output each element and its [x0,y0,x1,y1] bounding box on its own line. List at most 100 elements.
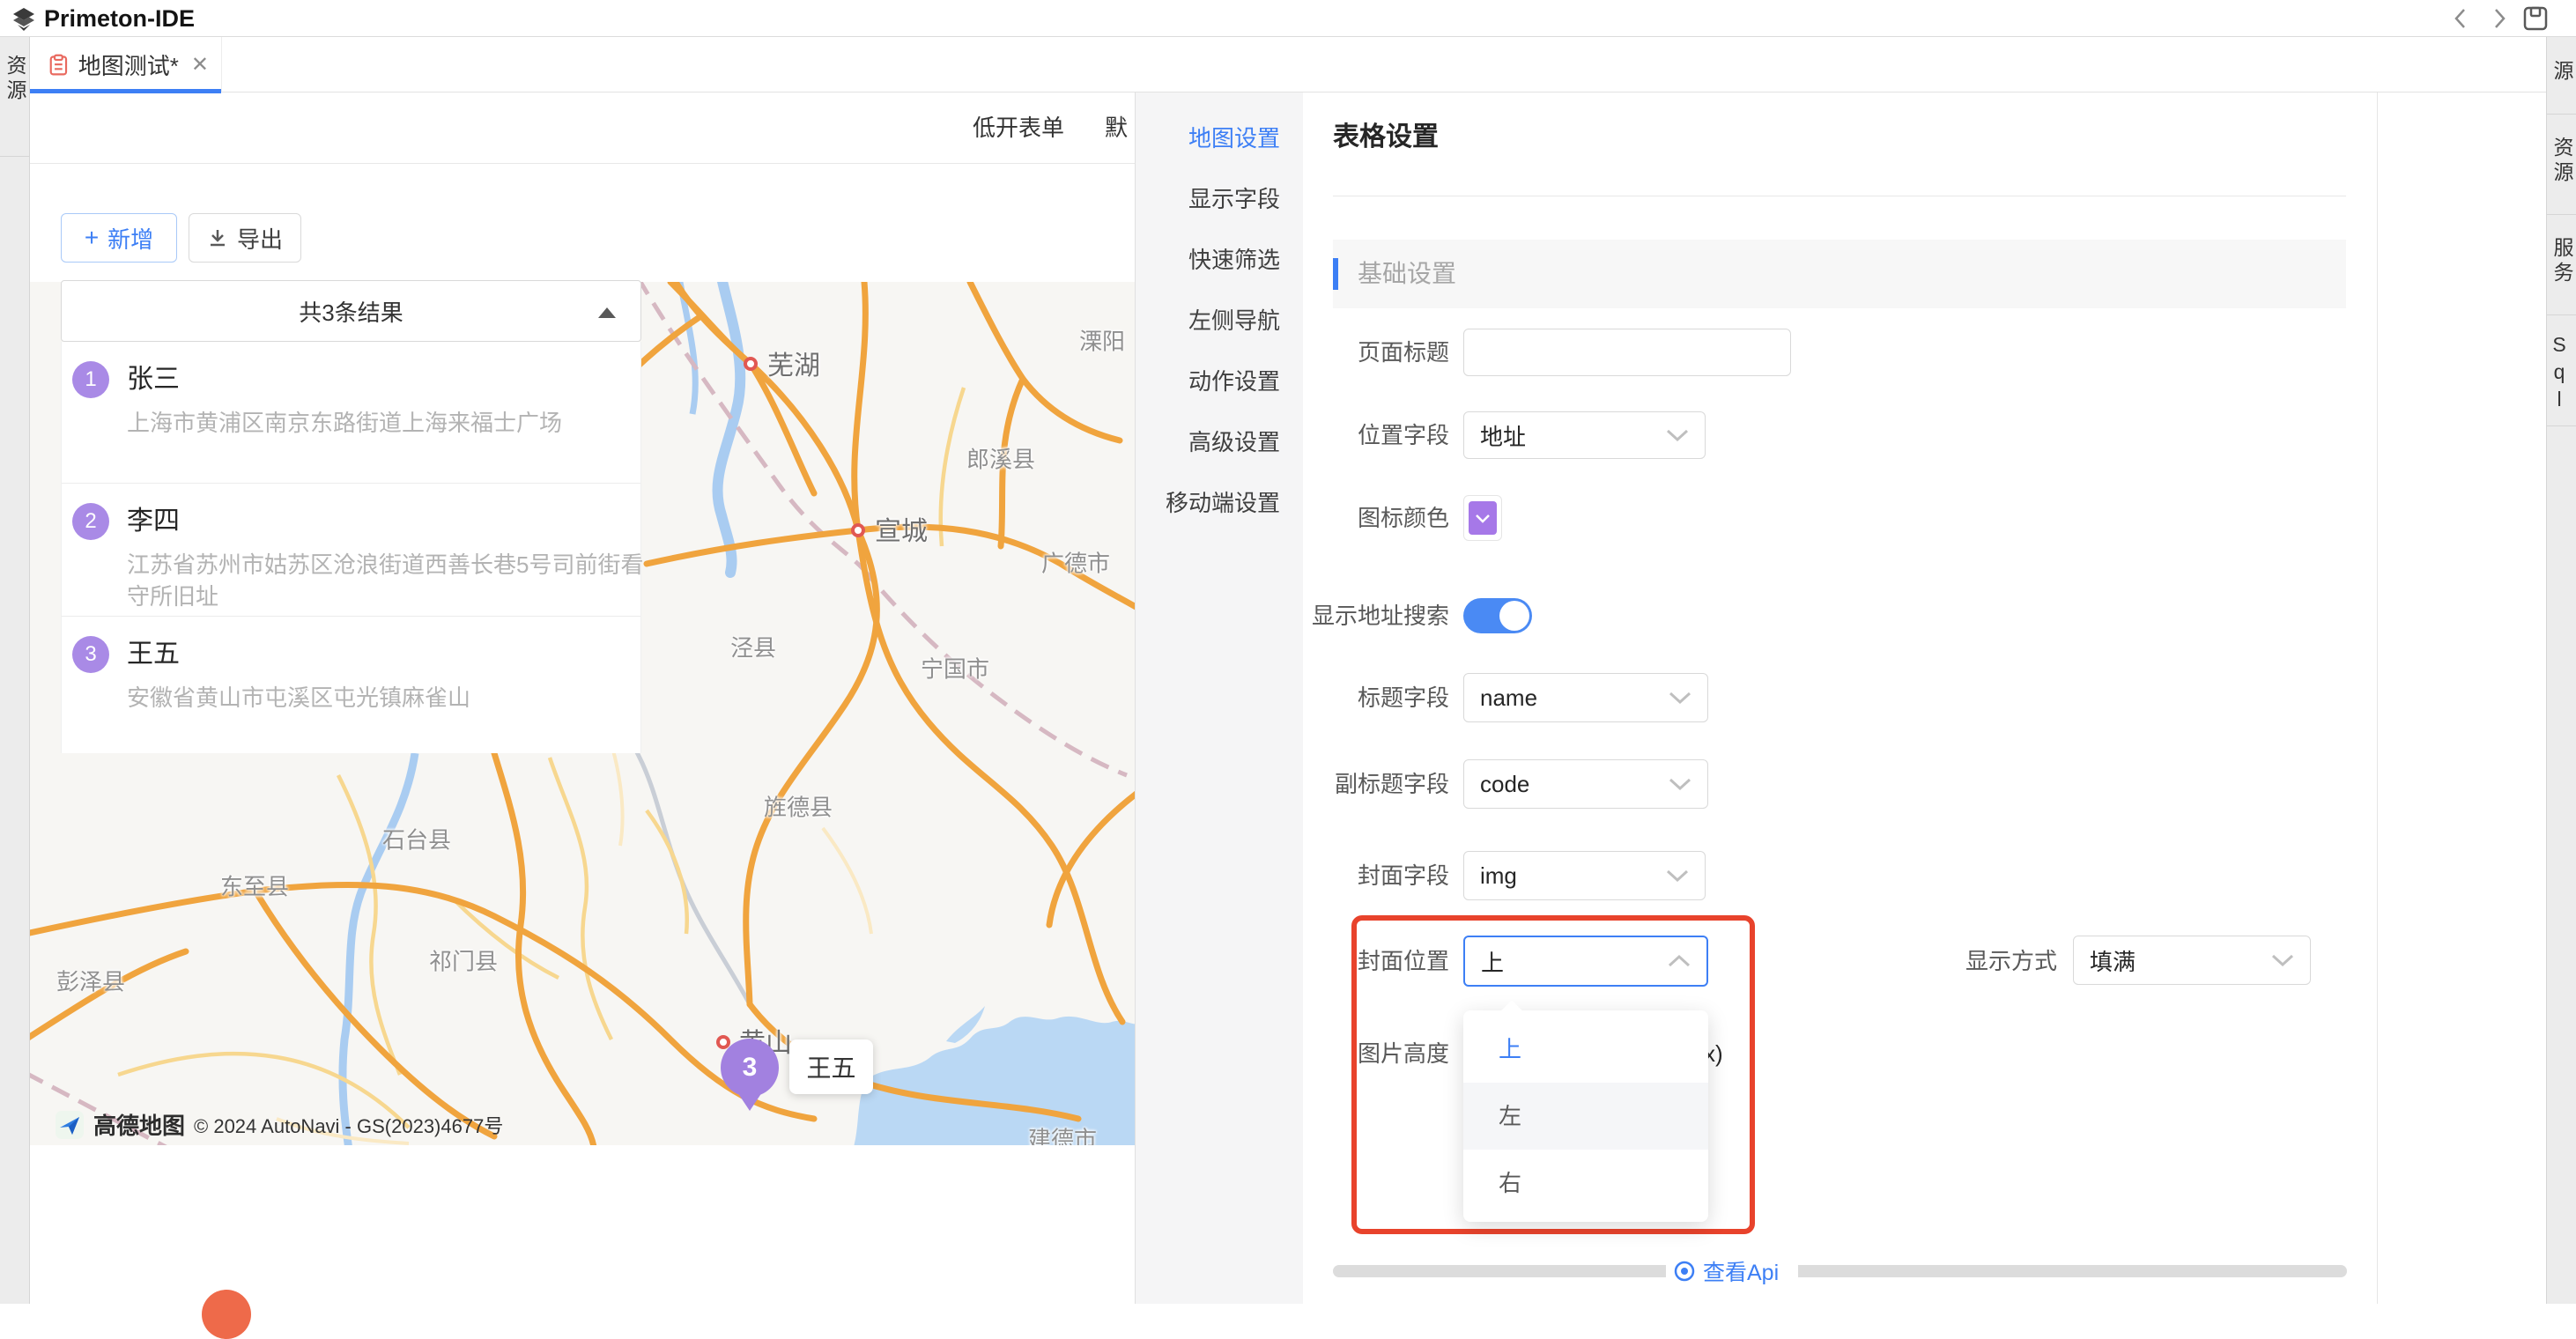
item-address: 上海市黄浦区南京东路街道上海来福士广场 [127,407,647,439]
canvas-tab-default[interactable]: 默 [1105,92,1135,163]
map-label-county: 建德市 [1028,1122,1097,1146]
item-badge: 1 [72,361,109,398]
app-title: Primeton-IDE [44,5,195,33]
item-name: 张三 [127,363,623,396]
cover-field-select[interactable]: img [1463,851,1706,900]
map-marker-pin[interactable]: 3 [721,1039,779,1097]
app-logo-icon [11,6,37,33]
view-api-label: 查看Api [1703,1255,1779,1287]
list-item[interactable]: 2 李四 江苏省苏州市姑苏区沧浪街道西善长巷5号司前街看守所旧址 [62,484,640,617]
canvas-tab-lowcode-form[interactable]: 低开表单 [973,92,1064,163]
field-label-address-search: 显示地址搜索 [1185,598,1449,633]
work-canvas: 低开表单 默 + 新增 导出 [30,92,1135,1304]
map-label-county: 广德市 [1041,546,1110,579]
map-label-county: 彭泽县 [56,965,125,997]
item-badge: 3 [72,636,109,673]
map-attribution-copyright: © 2024 AutoNavi - GS(2023)4677号 [194,1111,503,1139]
map-marker-tail [736,1090,764,1111]
tab-active-underline [30,89,221,93]
canvas-divider [30,163,1135,164]
list-item[interactable]: 1 张三 上海市黄浦区南京东路街道上海来福士广场 [62,342,640,484]
map-label-county: 旌德县 [764,790,833,823]
rail-item-resources[interactable]: 资源 [0,55,30,104]
document-icon [49,53,68,78]
title-bar: Primeton-IDE [0,0,2576,37]
field-label-title-field: 标题字段 [1185,673,1449,722]
chevron-down-icon [1666,428,1689,442]
field-label-cover-position: 封面位置 [1185,936,1449,987]
add-button[interactable]: + 新增 [61,213,177,263]
title-field-select[interactable]: name [1463,673,1708,722]
chevron-down-icon [1666,869,1689,883]
map-label-county: 郎溪县 [966,442,1035,475]
chevron-up-icon [1668,954,1691,968]
toggle-knob [1499,601,1529,631]
settings-panel: 地图设置 显示字段 快速筛选 左侧导航 动作设置 高级设置 移动端设置 表格设置… [1135,92,2545,1304]
field-label-image-height: 图片高度 [1185,1028,1449,1079]
map-attribution-brand: 高德地图 [93,1108,185,1141]
rail-item-offline-resources[interactable]: 离线资源 [2547,132,2576,189]
item-badge: 2 [72,503,109,540]
download-icon [207,227,228,248]
export-button[interactable]: 导出 [189,213,301,263]
chevron-down-icon [1475,514,1491,523]
rail-item-named-sql[interactable]: 命名Sql [2547,333,2576,415]
collapse-triangle-icon[interactable] [598,307,616,318]
address-search-toggle[interactable] [1463,598,1532,633]
dropdown-option-left[interactable]: 左 [1463,1083,1708,1150]
nav-forward-icon[interactable] [2486,5,2513,32]
tab-map-test[interactable]: 地图测试* ✕ [30,37,222,92]
field-label-cover-field: 封面字段 [1185,851,1449,900]
save-icon[interactable] [2521,4,2550,33]
dropdown-option-top[interactable]: 上 [1463,1016,1708,1083]
subtitle-field-select[interactable]: code [1463,759,1708,809]
eye-icon [1673,1260,1696,1283]
map-label-county: 溧阳 [1079,324,1125,357]
amap-logo-icon [55,1110,85,1140]
item-address: 江苏省苏州市姑苏区沧浪街道西善长巷5号司前街看守所旧址 [127,549,647,612]
add-button-label: 新增 [107,222,153,255]
rail-item-datasource[interactable]: 数据源 [2547,55,2576,89]
export-button-label: 导出 [237,222,283,255]
result-summary-text: 共3条结果 [299,295,403,328]
display-mode-select[interactable]: 填满 [2073,936,2311,985]
right-rail: 数据源 离线资源 三方服务 命名Sql [2546,37,2576,1304]
rail-item-thirdparty-services[interactable]: 三方服务 [2547,233,2576,290]
item-name: 王五 [127,638,623,671]
floating-action-button[interactable] [202,1290,251,1339]
tab-bar: 地图测试* ✕ [30,37,2546,92]
map-marker-label[interactable]: 王五 [789,1039,873,1094]
icon-color-picker[interactable] [1463,495,1502,541]
page-title: 表格设置 [1333,115,1439,153]
list-item[interactable]: 3 王五 安徽省黄山市屯溪区屯光镇麻雀山 [62,617,640,753]
result-summary[interactable]: 共3条结果 [61,280,641,342]
nav-back-icon[interactable] [2447,5,2474,32]
plus-icon: + [85,224,99,252]
section-header: 基础设置 [1333,240,2346,308]
horizontal-scrollbar[interactable] [1333,1265,2347,1277]
tab-close-icon[interactable]: ✕ [191,52,209,78]
section-title: 基础设置 [1358,240,1456,308]
page-title-input[interactable] [1463,329,1791,376]
field-label-position-field: 位置字段 [1185,411,1449,459]
item-name: 李四 [127,505,623,538]
map-label-county: 泾县 [730,631,776,663]
map-label-county: 宁国市 [921,652,989,684]
nav-item-display-fields[interactable]: 显示字段 [1136,169,1303,230]
nav-item-map-settings[interactable]: 地图设置 [1136,108,1303,169]
chevron-down-icon [1669,691,1691,705]
field-label-display-mode: 显示方式 [1793,936,2057,987]
field-label-page-title: 页面标题 [1185,329,1449,376]
settings-content: 表格设置 基础设置 页面标题 位置字段 地址 图标颜色 显示地址搜索 标题字段 … [1303,92,2378,1304]
nav-item-quick-filter[interactable]: 快速筛选 [1136,230,1303,291]
view-api-link[interactable]: 查看Api [1673,1255,1779,1287]
item-address: 安徽省黄山市屯溪区屯光镇麻雀山 [127,682,647,714]
dropdown-option-right[interactable]: 右 [1463,1150,1708,1217]
map-attribution: 高德地图 © 2024 AutoNavi - GS(2023)4677号 [55,1108,503,1141]
city-dot-wuhu [744,357,758,371]
position-field-select[interactable]: 地址 [1463,411,1706,459]
map-marker-label-text: 王五 [806,1049,855,1084]
chevron-down-icon [1669,777,1691,791]
cover-position-select[interactable]: 上 [1463,936,1708,987]
map-label-county: 祁门县 [429,944,498,977]
